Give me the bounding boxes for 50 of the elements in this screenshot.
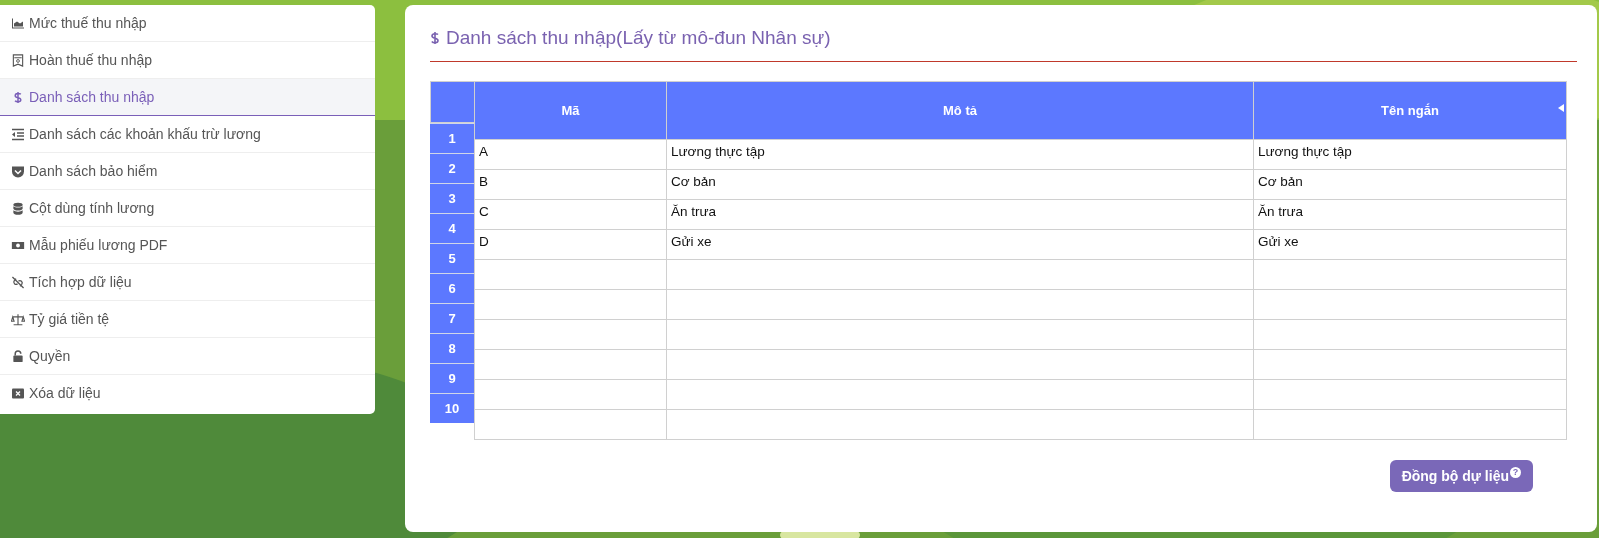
- sidebar-item[interactable]: Tích hợp dữ liệu: [0, 264, 375, 301]
- sidebar-item[interactable]: Mẫu phiếu lương PDF: [0, 227, 375, 264]
- help-icon: ?: [1510, 466, 1521, 478]
- database-icon: [11, 201, 25, 215]
- table-cell: Gửi xe: [1258, 234, 1299, 249]
- sidebar-item[interactable]: Quyền: [0, 338, 375, 375]
- sync-button[interactable]: Đồng bộ dự liệu ?: [1389, 460, 1533, 492]
- close-icon: [11, 386, 25, 400]
- row-number: 6: [430, 273, 474, 303]
- table-cell: Cơ bản: [671, 174, 716, 189]
- column-header[interactable]: Tên ngắn: [1253, 81, 1567, 140]
- row-number: 4: [430, 213, 474, 243]
- table-cell: Ăn trưa: [671, 204, 717, 219]
- row-number: 7: [430, 303, 474, 333]
- row-number: 8: [430, 333, 474, 363]
- sidebar-item[interactable]: Danh sách các khoản khấu trừ lương: [0, 116, 375, 153]
- row-number: 2: [430, 153, 474, 183]
- table-cell: Cơ bản: [1258, 174, 1303, 189]
- pocket-icon: [11, 164, 25, 178]
- table-cell: D: [479, 234, 489, 249]
- caret-icon: [1558, 104, 1564, 112]
- sidebar-item[interactable]: Cột dùng tính lương: [0, 190, 375, 227]
- sidebar-item[interactable]: Danh sách bảo hiểm: [0, 153, 375, 190]
- column-header[interactable]: Mô tả: [666, 81, 1254, 140]
- sidebar-item[interactable]: Tỷ giá tiền tệ: [0, 301, 375, 338]
- unlocked-icon: [11, 349, 25, 363]
- receipt-icon: [11, 53, 25, 67]
- sidebar-item[interactable]: Danh sách thu nhập: [0, 79, 375, 116]
- table-cell: Ăn trưa: [1258, 204, 1304, 219]
- table-cell: B: [479, 174, 488, 189]
- panel-title: Danh sách thu nhập(Lấy từ mô-đun Nhân sự): [446, 27, 831, 49]
- scale-icon: [11, 312, 25, 326]
- dollar-icon: [430, 30, 440, 46]
- row-number: 3: [430, 183, 474, 213]
- table-cell: Lương thực tập: [1258, 144, 1352, 159]
- table-cell: A: [479, 144, 488, 159]
- row-number: 9: [430, 363, 474, 393]
- row-number: 10: [430, 393, 474, 423]
- column-header[interactable]: Mã: [474, 81, 667, 140]
- table-cell: Gửi xe: [671, 234, 712, 249]
- unlink-icon: [11, 275, 25, 289]
- row-number: 1: [430, 123, 474, 153]
- table-corner: [430, 81, 474, 123]
- outdent-icon: [11, 127, 25, 141]
- area-chart-icon: [11, 16, 25, 30]
- table-cell: C: [479, 204, 489, 219]
- table-cell: Lương thực tập: [671, 144, 765, 159]
- sidebar-item[interactable]: Xóa dữ liệu: [0, 375, 375, 411]
- sidebar-item[interactable]: Mức thuế thu nhập: [0, 5, 375, 42]
- row-number: 5: [430, 243, 474, 273]
